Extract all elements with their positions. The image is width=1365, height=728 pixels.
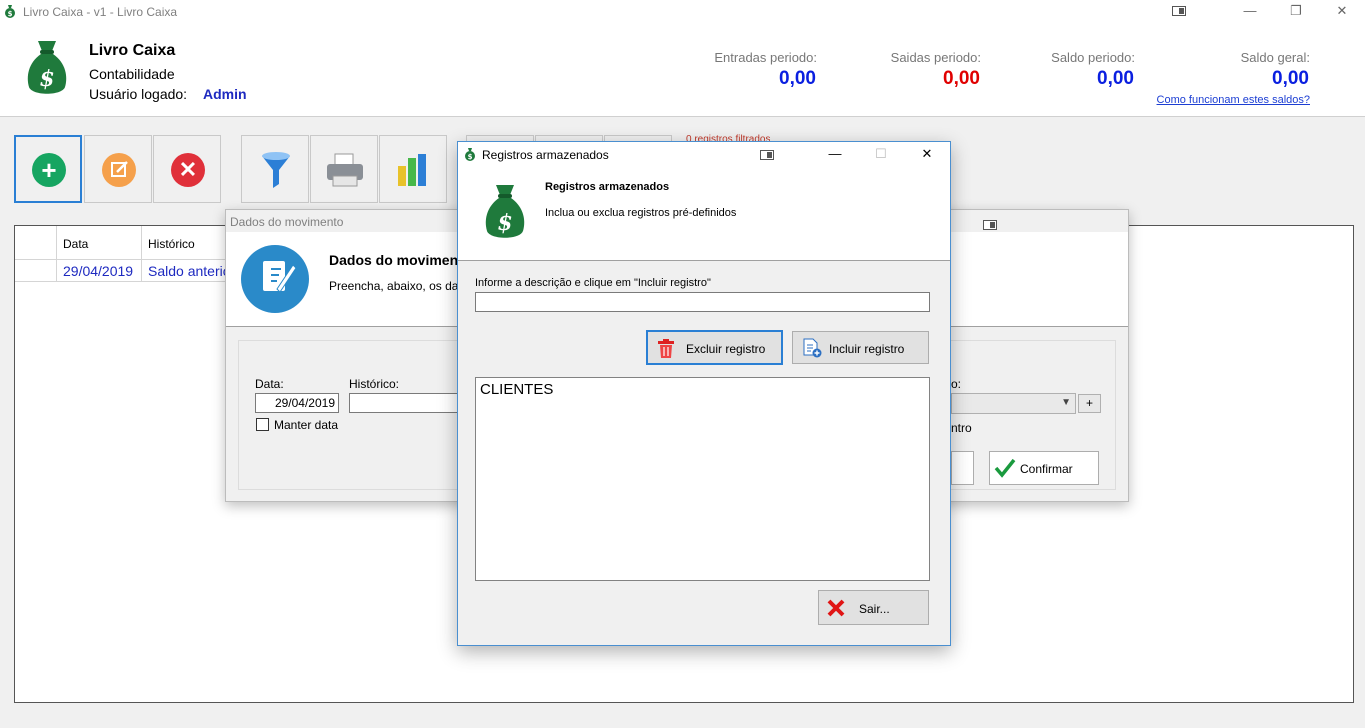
bar-chart-icon: [398, 154, 426, 186]
add-button[interactable]: +: [14, 135, 82, 203]
edit-button[interactable]: [84, 135, 152, 203]
saldos-help-link[interactable]: Como funcionam estes saldos?: [1130, 94, 1310, 106]
movimento-heading: Dados do movimento: [329, 252, 472, 268]
minimize-button[interactable]: —: [812, 143, 858, 167]
centro-label: ntro: [951, 421, 972, 435]
money-bag-icon: $: [485, 185, 525, 238]
incluir-registro-button[interactable]: Incluir registro: [792, 331, 929, 364]
manter-data-label: Manter data: [274, 418, 339, 432]
secondary-button[interactable]: [951, 451, 974, 485]
data-label: Data:: [255, 377, 284, 391]
registros-header: $ Registros armazenados Inclua ou exclua…: [458, 167, 950, 261]
incluir-registro-label: Incluir registro: [829, 342, 905, 356]
historico-label: Histórico:: [349, 377, 400, 391]
display-icon[interactable]: [1172, 6, 1186, 16]
app-name: Livro Caixa: [89, 42, 176, 59]
close-button[interactable]: ✕: [1319, 0, 1365, 24]
display-icon[interactable]: [983, 220, 997, 230]
trash-icon: [658, 339, 674, 358]
window-title: Livro Caixa - v1 - Livro Caixa: [23, 5, 178, 19]
entradas-value: 0,00: [779, 68, 816, 89]
app-subtitle: Contabilidade: [89, 66, 175, 82]
close-button[interactable]: ✕: [904, 143, 950, 167]
saidas-label: Saidas periodo:: [890, 50, 981, 65]
column-header-data[interactable]: Data: [57, 226, 142, 260]
svg-text:$: $: [497, 210, 512, 236]
svg-text:$: $: [468, 153, 473, 161]
list-item[interactable]: CLIENTES: [480, 381, 925, 398]
saldo-periodo-value: 0,00: [1097, 68, 1134, 89]
plus-icon: +: [32, 153, 66, 187]
header: $ Livro Caixa Contabilidade Usuário loga…: [0, 24, 1365, 117]
sair-button[interactable]: Sair...: [818, 590, 929, 625]
column-header-historico[interactable]: Histórico: [142, 226, 232, 260]
registros-titlebar: $ Registros armazenados — ☐ ✕: [458, 142, 950, 167]
table-cell-historico[interactable]: Saldo anterior: [142, 260, 232, 282]
edit-icon: [102, 153, 136, 187]
historico-field[interactable]: [349, 393, 459, 413]
print-button[interactable]: [310, 135, 378, 203]
confirmar-label: Confirmar: [1020, 462, 1073, 476]
descricao-input[interactable]: [475, 292, 930, 312]
delete-button[interactable]: ✕: [153, 135, 221, 203]
printer-icon: [327, 153, 363, 187]
saldo-periodo-label: Saldo periodo:: [1051, 50, 1135, 65]
registros-title: Registros armazenados: [482, 148, 609, 162]
movimento-subheading: Preencha, abaixo, os dados: [329, 279, 478, 293]
data-field[interactable]: 29/04/2019: [255, 393, 339, 413]
checkmark-icon: [994, 458, 1016, 478]
add-document-icon: [803, 338, 822, 358]
excluir-registro-label: Excluir registro: [686, 342, 766, 356]
descricao-label: Informe a descrição e clique em "Incluir…: [475, 277, 711, 289]
window-titlebar: $ Livro Caixa - v1 - Livro Caixa — ❐ ✕: [0, 0, 1365, 24]
registros-heading: Registros armazenados: [545, 181, 670, 193]
registros-subheading: Inclua ou exclua registros pré-definidos: [545, 207, 737, 219]
entradas-label: Entradas periodo:: [714, 50, 817, 65]
saldo-geral-value: 0,00: [1272, 68, 1309, 89]
minimize-button[interactable]: —: [1227, 0, 1273, 24]
filter-button[interactable]: [241, 135, 309, 203]
maximize-button[interactable]: ❐: [1273, 0, 1319, 24]
delete-icon: ✕: [171, 153, 205, 187]
registros-dialog: $ Registros armazenados — ☐ ✕ $ Registro…: [457, 141, 951, 646]
filter-icon: [262, 152, 290, 188]
chevron-down-icon: ▼: [1061, 397, 1071, 408]
display-icon[interactable]: [760, 150, 774, 160]
document-edit-icon: [241, 245, 309, 313]
combo-label: o:: [951, 377, 962, 391]
money-bag-icon: $: [27, 41, 67, 94]
svg-text:$: $: [39, 66, 54, 92]
table-cell-data[interactable]: 29/04/2019: [57, 260, 142, 282]
movimento-dialog-title: Dados do movimento: [230, 215, 344, 229]
money-bag-icon: $: [465, 148, 475, 161]
confirmar-button[interactable]: Confirmar: [989, 451, 1099, 485]
row-header-corner: [15, 226, 57, 260]
row-header[interactable]: [15, 260, 57, 282]
saidas-value: 0,00: [943, 68, 980, 89]
category-combo[interactable]: ▼: [951, 393, 1076, 414]
saldo-geral-label: Saldo geral:: [1240, 50, 1310, 65]
user-name: Admin: [203, 86, 247, 102]
chart-button[interactable]: [379, 135, 447, 203]
money-bag-icon: $: [5, 5, 15, 18]
excluir-registro-button[interactable]: Excluir registro: [646, 330, 783, 365]
maximize-button[interactable]: ☐: [858, 143, 904, 167]
registros-list[interactable]: CLIENTES: [475, 377, 930, 581]
close-icon: [827, 599, 845, 617]
manter-data-checkbox[interactable]: [256, 418, 269, 431]
user-label: Usuário logado:: [89, 86, 188, 102]
sair-label: Sair...: [859, 602, 890, 616]
add-category-button[interactable]: +: [1078, 394, 1101, 413]
svg-text:$: $: [8, 10, 13, 18]
